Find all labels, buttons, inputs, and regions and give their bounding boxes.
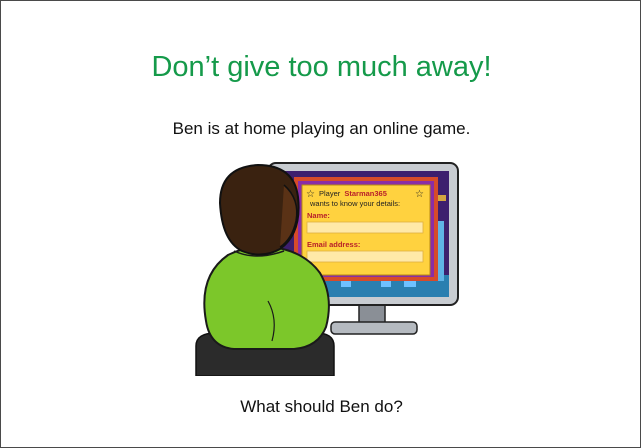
name-label: Name: [307,211,330,220]
email-label: Email address: [307,240,360,249]
star-icon: ☆ [415,189,424,200]
scenario-text: Ben is at home playing an online game. [172,119,471,138]
slide: Don’t give too much away! Ben is at home… [0,0,641,448]
monitor-stand-base [330,321,418,335]
email-input[interactable] [306,250,424,263]
popup-player-prefix: Player [319,189,341,198]
popup-request-text: wants to know your details: [309,199,400,208]
slide-title: Don’t give too much away! [151,51,492,83]
popup-player-name: Starman365 [344,189,387,198]
svg-text:Player Starman365: Player Starman365 [319,189,387,198]
question-text: What should Ben do? [240,397,403,416]
name-input[interactable] [306,221,424,234]
illustration-svg: ☆ ☆ Player Starman365 wants to know your… [195,162,459,376]
ben-at-computer-illustration: ☆ ☆ Player Starman365 wants to know your… [176,151,476,376]
ben-shirt [203,245,330,350]
